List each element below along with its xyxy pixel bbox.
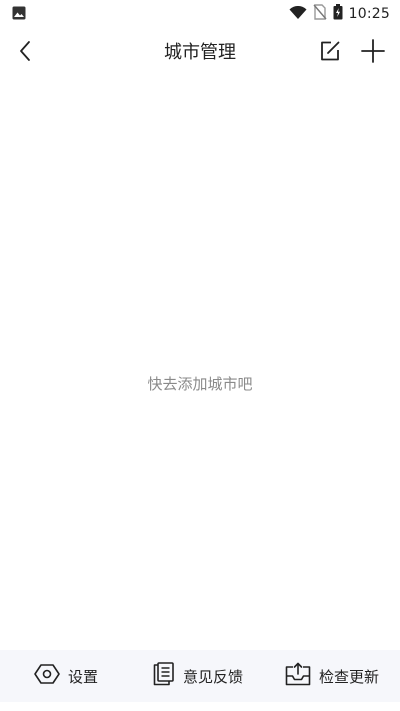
empty-state-text: 快去添加城市吧 <box>147 375 253 393</box>
wifi-icon <box>289 5 307 24</box>
battery-icon <box>333 4 343 24</box>
settings-label: 设置 <box>68 667 99 686</box>
status-right: 10:25 <box>289 4 390 24</box>
settings-icon <box>34 663 60 689</box>
check-update-button[interactable]: 检查更新 <box>285 650 379 702</box>
bottom-spacer <box>0 702 400 711</box>
feedback-button[interactable]: 意见反馈 <box>153 650 243 702</box>
status-left <box>12 5 26 24</box>
edit-button[interactable] <box>316 39 344 67</box>
document-icon <box>153 662 175 690</box>
upload-tray-icon <box>285 662 311 690</box>
edit-icon <box>319 40 341 66</box>
bottom-bar: 设置 意见反馈 检查更新 <box>0 650 400 702</box>
settings-button[interactable]: 设置 <box>34 650 98 702</box>
check-update-label: 检查更新 <box>319 667 380 686</box>
image-icon <box>12 5 26 24</box>
add-city-button[interactable] <box>358 38 388 68</box>
status-bar: 10:25 <box>0 0 400 28</box>
feedback-label: 意见反馈 <box>183 667 244 686</box>
header: 城市管理 <box>0 30 400 76</box>
no-sim-icon <box>313 4 327 24</box>
plus-icon <box>361 39 385 67</box>
status-time: 10:25 <box>348 6 390 22</box>
